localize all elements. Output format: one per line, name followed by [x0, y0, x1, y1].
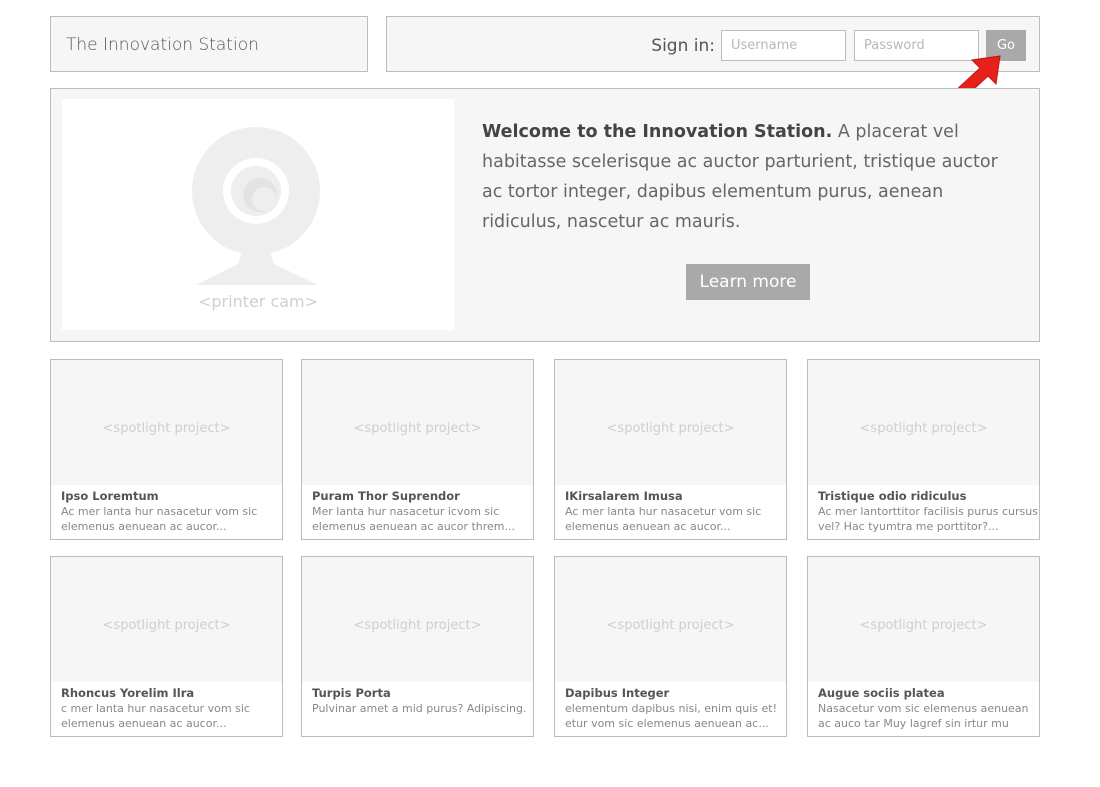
spotlight-card[interactable]: <spotlight project> Dapibus Integer elem…	[554, 556, 787, 737]
spotlight-card[interactable]: <spotlight project> Rhoncus Yorelim Ilra…	[50, 556, 283, 737]
spotlight-thumbnail: <spotlight project>	[302, 360, 533, 485]
card-description: elementum dapibus nisi, enim quis et! et…	[565, 702, 778, 730]
card-description: Ac mer lanta hur nasacetur vom sic eleme…	[565, 505, 762, 533]
spotlight-card[interactable]: <spotlight project> Tristique odio ridic…	[807, 359, 1040, 540]
spotlight-thumbnail-label: <spotlight project>	[102, 421, 231, 436]
spotlight-thumbnail: <spotlight project>	[51, 360, 282, 485]
username-input[interactable]	[721, 30, 846, 61]
spotlight-card[interactable]: <spotlight project> Ipso Loremtum Ac mer…	[50, 359, 283, 540]
card-title[interactable]: Ipso Loremtum	[61, 489, 159, 503]
spotlight-thumbnail: <spotlight project>	[555, 557, 786, 682]
printer-cam-panel[interactable]: <printer cam>	[62, 99, 454, 330]
hero-panel: <printer cam> Welcome to the Innovation …	[50, 88, 1040, 342]
card-title[interactable]: Dapibus Integer	[565, 686, 669, 700]
card-title[interactable]: IKirsalarem Imusa	[565, 489, 683, 503]
welcome-text: Welcome to the Innovation Station. A pla…	[482, 117, 1022, 237]
spotlight-card[interactable]: <spotlight project> Turpis Porta Pulvina…	[301, 556, 534, 737]
spotlight-thumbnail: <spotlight project>	[51, 557, 282, 682]
spotlight-card[interactable]: <spotlight project> IKirsalarem Imusa Ac…	[554, 359, 787, 540]
site-title[interactable]: The Innovation Station	[66, 35, 259, 55]
site-title-panel: The Innovation Station	[50, 16, 368, 72]
spotlight-thumbnail: <spotlight project>	[302, 557, 533, 682]
spotlight-thumbnail: <spotlight project>	[808, 557, 1039, 682]
spotlight-thumbnail-label: <spotlight project>	[859, 618, 988, 633]
spotlight-card[interactable]: <spotlight project> Augue sociis platea …	[807, 556, 1040, 737]
spotlight-thumbnail-label: <spotlight project>	[353, 618, 482, 633]
signin-label: Sign in:	[651, 36, 715, 56]
spotlight-thumbnail-label: <spotlight project>	[859, 421, 988, 436]
spotlight-card[interactable]: <spotlight project> Puram Thor Suprendor…	[301, 359, 534, 540]
card-title[interactable]: Turpis Porta	[312, 686, 391, 700]
signin-panel: Sign in: Go	[386, 16, 1040, 72]
card-title[interactable]: Puram Thor Suprendor	[312, 489, 460, 503]
spotlight-thumbnail-label: <spotlight project>	[102, 618, 231, 633]
card-description: Mer lanta hur nasacetur icvom sic elemen…	[312, 505, 516, 533]
card-title[interactable]: Rhoncus Yorelim Ilra	[61, 686, 194, 700]
spotlight-thumbnail: <spotlight project>	[808, 360, 1039, 485]
card-title[interactable]: Tristique odio ridiculus	[818, 489, 966, 503]
welcome-headline: Welcome to the Innovation Station.	[482, 122, 833, 142]
spotlight-thumbnail-label: <spotlight project>	[353, 421, 482, 436]
card-description: Ac mer lanta hur nasacetur vom sic eleme…	[61, 505, 258, 533]
card-title[interactable]: Augue sociis platea	[818, 686, 945, 700]
spotlight-thumbnail-label: <spotlight project>	[606, 421, 735, 436]
webcam-icon	[192, 127, 320, 285]
card-description: Pulvinar amet a mid purus? Adipiscing.	[312, 702, 527, 715]
card-description: Ac mer lantorttitor facilisis purus curs…	[818, 505, 1038, 533]
card-description: c mer lanta hur nasacetur vom sic elemen…	[61, 702, 250, 730]
spotlight-thumbnail: <spotlight project>	[555, 360, 786, 485]
card-description: Nasacetur vom sic elemenus aenuean ac au…	[818, 702, 1029, 730]
spotlight-thumbnail-label: <spotlight project>	[606, 618, 735, 633]
learn-more-button[interactable]: Learn more	[686, 264, 810, 300]
printer-cam-caption: <printer cam>	[197, 292, 319, 311]
